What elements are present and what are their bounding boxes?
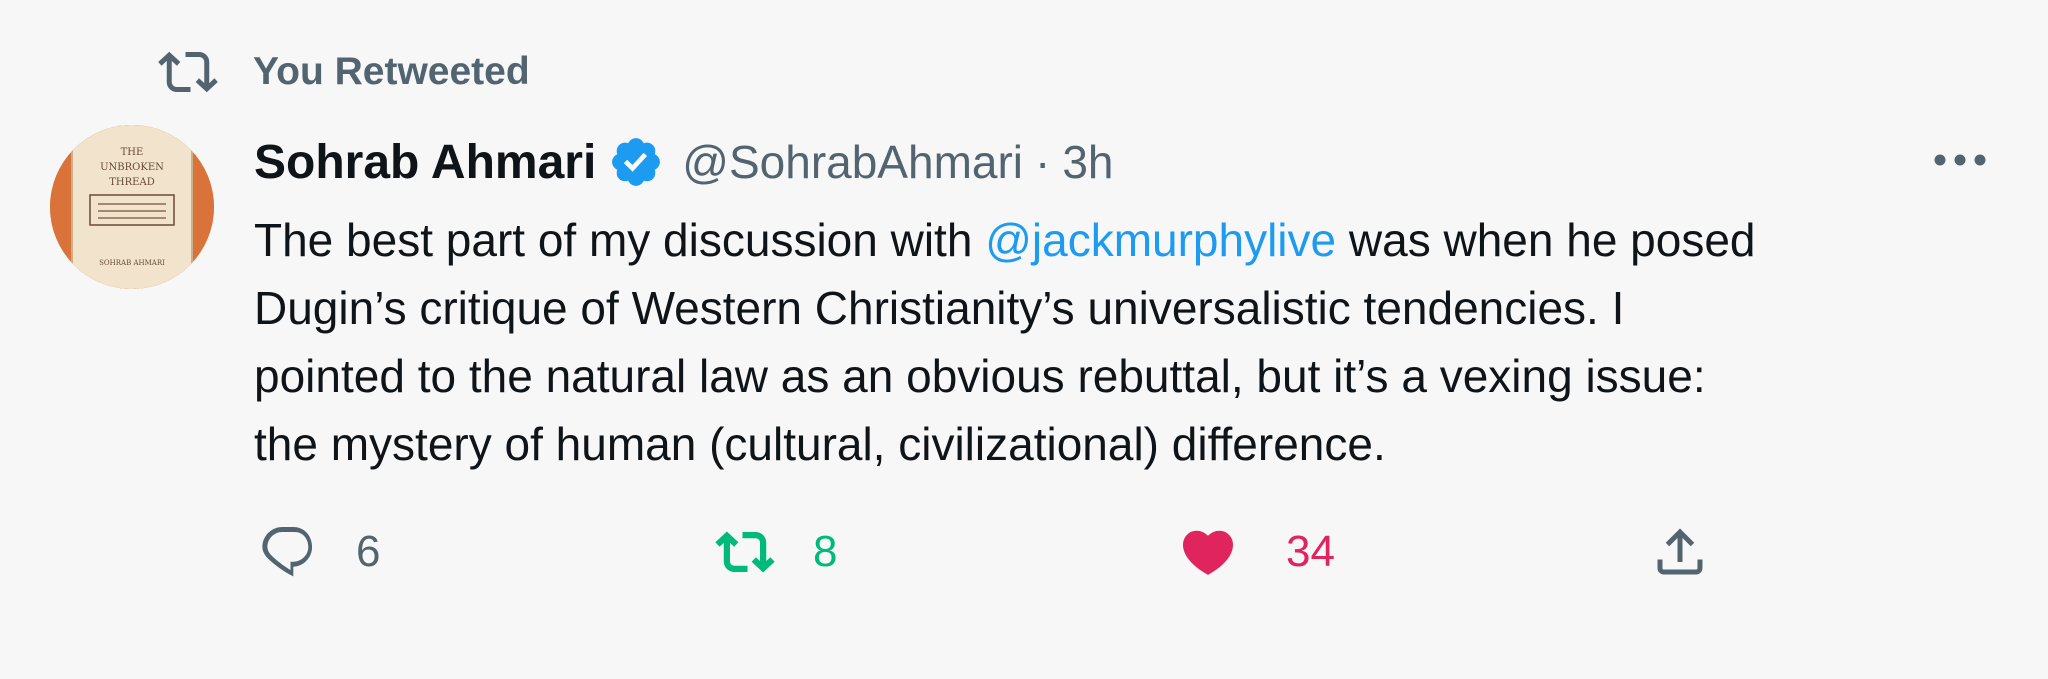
header-separator: · (1035, 136, 1051, 188)
more-icon (1934, 154, 1986, 166)
more-options-button[interactable] (1930, 140, 1990, 180)
tweet-text-line: The best part of my discussion with @jac… (254, 206, 2014, 274)
social-context: You Retweeted (158, 44, 530, 100)
tweet-text-line: the mystery of human (cultural, civiliza… (254, 418, 1386, 470)
reply-icon (262, 527, 313, 577)
like-count: 34 (1286, 527, 1335, 576)
avatar-book-cover: THE UNBROKEN THREAD SOHRAB AHMARI (50, 125, 214, 289)
reply-button[interactable]: 6 (258, 520, 380, 584)
reply-count: 6 (356, 527, 381, 576)
tweet-text-line: pointed to the natural law as an obvious… (254, 350, 1706, 402)
like-button[interactable]: 34 (1178, 520, 1335, 584)
retweet-count: 8 (813, 527, 838, 576)
tweet-text-segment: was when he posed (1336, 214, 1756, 266)
retweet-button[interactable]: 8 (715, 520, 837, 584)
avatar-book-line: THREAD (109, 177, 154, 188)
author-name[interactable]: Sohrab Ahmari (254, 135, 596, 190)
verified-badge-icon (612, 138, 661, 186)
retweet-icon (715, 531, 775, 573)
tweet-text-segment: The best part of my discussion with (254, 214, 986, 266)
share-icon (1657, 528, 1703, 575)
share-button[interactable] (1650, 520, 1710, 584)
tweet-text: The best part of my discussion with @jac… (254, 206, 2014, 478)
author-handle[interactable]: @SohrabAhmari (682, 135, 1023, 189)
tweet-timestamp[interactable]: 3h (1062, 135, 1113, 189)
avatar[interactable]: THE UNBROKEN THREAD SOHRAB AHMARI (50, 125, 214, 289)
avatar-book-line: THE (121, 147, 144, 158)
avatar-book-line: UNBROKEN (100, 162, 164, 173)
tweet-actions: 6 8 34 (0, 520, 2048, 584)
retweet-icon (158, 51, 218, 93)
avatar-book-line: SOHRAB AHMARI (99, 259, 165, 267)
tweet-header: Sohrab Ahmari @SohrabAhmari · 3h (254, 128, 1114, 196)
social-context-label[interactable]: You Retweeted (253, 50, 530, 94)
heart-icon (1182, 530, 1234, 575)
mention-link[interactable]: @jackmurphylive (985, 214, 1336, 266)
tweet-text-line: Dugin’s critique of Western Christianity… (254, 282, 1625, 334)
